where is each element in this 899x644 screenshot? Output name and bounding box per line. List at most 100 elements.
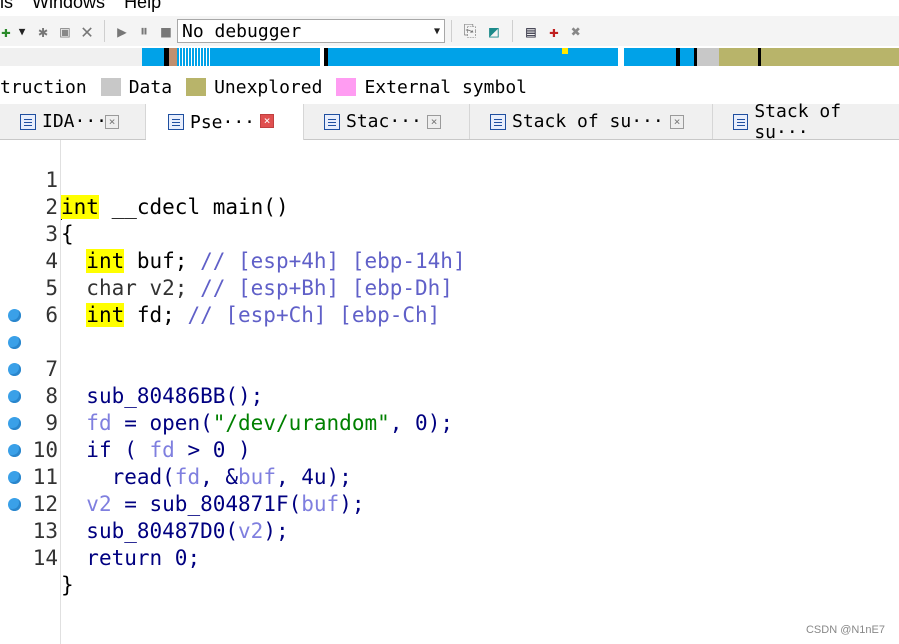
nav-segment-functions: [142, 48, 164, 66]
debugger-select[interactable]: No debugger ▼: [177, 19, 445, 43]
tab-close-icon[interactable]: ×: [427, 115, 441, 129]
legend-external-label: External symbol: [364, 76, 527, 98]
stack-comment: // [esp+4h] [ebp-14h]: [200, 249, 466, 273]
pause-icon[interactable]: ⏸: [133, 20, 155, 42]
breakpoint-dot-icon[interactable]: [8, 309, 21, 322]
code-line[interactable]: 8 fd = open("/dev/urandom", 0);: [0, 329, 453, 435]
breakpoint-add-icon[interactable]: ✚: [543, 20, 565, 42]
code-line[interactable]: 6: [0, 275, 58, 327]
variable-buf[interactable]: buf: [301, 492, 339, 516]
tab-pseudocode[interactable]: Pse··· ×: [146, 104, 304, 140]
code-line[interactable]: 2 {: [0, 167, 73, 246]
code-line[interactable]: 12 sub_80487D0(v2);: [0, 437, 289, 543]
add-icon[interactable]: ✚: [0, 20, 12, 42]
stop-icon[interactable]: ■: [155, 20, 177, 42]
tab-label: Stack of su···: [512, 111, 664, 132]
graph-icon[interactable]: ▤: [519, 20, 543, 42]
function-call[interactable]: sub_80486BB();: [86, 384, 263, 408]
keyword-int[interactable]: int: [61, 195, 99, 219]
code-line[interactable]: 11 v2 = sub_804871F(buf);: [0, 410, 364, 516]
string-literal[interactable]: "/dev/urandom": [213, 411, 390, 435]
line-number: 14: [32, 546, 58, 570]
code-line[interactable]: 9 if ( fd > 0 ): [0, 356, 251, 462]
menu-item-help[interactable]: Help: [124, 0, 161, 12]
code-text: = open(: [111, 411, 213, 435]
keyword-int[interactable]: int: [86, 303, 125, 327]
code-text: , 4u);: [275, 465, 352, 489]
chevron-down-icon: ▼: [433, 25, 440, 37]
code-line[interactable]: 3 int buf; // [esp+4h] [ebp-14h]: [0, 194, 466, 273]
function-signature: __cdecl main(): [98, 195, 289, 219]
legend: truction Data Unexplored External symbol: [0, 75, 527, 99]
dropdown-arrow-icon[interactable]: ▼: [12, 20, 32, 42]
legend-external-swatch: [336, 78, 357, 96]
tab-close-icon[interactable]: ×: [670, 115, 684, 129]
tab-close-icon[interactable]: ×: [105, 115, 119, 129]
code-text: sub_80487D0(: [86, 519, 239, 543]
code-line[interactable]: 14 }: [0, 491, 74, 597]
variable-fd[interactable]: fd: [175, 465, 200, 489]
navigation-band[interactable]: [0, 48, 899, 66]
return-statement: return 0;: [86, 546, 201, 570]
code-line[interactable]: 13 return 0;: [0, 464, 200, 570]
breakpoint-dot-icon[interactable]: [8, 444, 21, 457]
pseudocode-icon: [168, 114, 184, 130]
breakpoint-remove-icon[interactable]: ✖: [565, 20, 587, 42]
menu-item-tools[interactable]: ls: [0, 0, 13, 12]
variable-v2[interactable]: v2: [86, 492, 111, 516]
attach-icon[interactable]: ⎘: [458, 20, 482, 42]
watermark: CSDN @N1nE7: [805, 624, 885, 636]
breakpoint-dot-icon[interactable]: [8, 336, 21, 349]
nav-position-marker: [562, 48, 568, 54]
play-icon[interactable]: ▶: [111, 20, 133, 42]
ida-view-icon: [20, 113, 36, 130]
code-text: if (: [86, 438, 150, 462]
code-text: {: [61, 222, 74, 246]
code-line[interactable]: 7 sub_80486BB();: [0, 302, 263, 408]
breakpoint-dot-icon[interactable]: [8, 363, 21, 376]
code-line[interactable]: 5 int fd; // [esp+Ch] [ebp-Ch]: [0, 248, 440, 327]
code-text: = sub_804871F(: [111, 492, 302, 516]
toolbar: ✚ ▼ ✱ ▣ ✕ ▶ ⏸ ■ No debugger ▼ ⎘ ◩ ▤ ✚ ✖: [0, 16, 899, 46]
keyword-int[interactable]: int: [86, 249, 125, 273]
variable-buf[interactable]: buf: [238, 465, 276, 489]
tab-stack-of-sub-1[interactable]: Stack of su··· ×: [470, 104, 713, 139]
toolbar-separator: [104, 20, 105, 42]
nav-segment-data: [697, 48, 719, 66]
breakpoint-dot-icon[interactable]: [8, 471, 21, 484]
tab-bar: IDA··· × Pse··· × Stac··· × Stack of su·…: [0, 101, 899, 143]
code-text: }: [61, 573, 74, 597]
close-icon[interactable]: ✕: [76, 19, 98, 43]
variable-fd[interactable]: fd: [86, 411, 111, 435]
variable-fd[interactable]: fd: [150, 438, 175, 462]
menu-item-windows[interactable]: Windows: [32, 0, 105, 12]
tab-label: Stack of su···: [754, 100, 842, 143]
tab-label: Stac···: [346, 111, 422, 132]
tab-ida-view[interactable]: IDA··· ×: [0, 104, 146, 139]
breakpoint-dot-icon[interactable]: [8, 417, 21, 430]
run-icon[interactable]: ◩: [482, 20, 506, 42]
debugger-select-value: No debugger: [182, 20, 302, 42]
code-line[interactable]: 4 char v2; // [esp+Bh] [ebp-Dh]: [0, 221, 453, 300]
stack-view-icon: [324, 113, 340, 130]
stack-comment: // [esp+Ch] [ebp-Ch]: [187, 303, 441, 327]
toolbar-separator: [451, 20, 452, 42]
tab-close-icon[interactable]: ×: [260, 114, 274, 128]
code-line[interactable]: 1 int __cdecl main(): [0, 140, 289, 220]
nav-segment-library: [758, 48, 761, 66]
tab-stack[interactable]: Stac··· ×: [304, 104, 470, 139]
nav-segment-functions: [680, 48, 694, 66]
tab-stack-of-sub-2[interactable]: Stack of su···: [713, 101, 899, 143]
legend-unexplored-label: Unexplored: [214, 76, 323, 98]
variable-v2[interactable]: v2: [238, 519, 263, 543]
code-line[interactable]: 10 read(fd, &buf, 4u);: [0, 383, 352, 489]
breakpoint-dot-icon[interactable]: [8, 498, 21, 511]
variable-declaration: buf;: [124, 249, 201, 273]
legend-data-label: Data: [128, 76, 173, 98]
code-text: read(: [111, 465, 175, 489]
plugin-icon[interactable]: ✱: [32, 20, 54, 42]
code-text: );: [339, 492, 365, 516]
breakpoint-dot-icon[interactable]: [8, 390, 21, 403]
save-icon[interactable]: ▣: [54, 20, 76, 42]
tab-label: Pse···: [190, 111, 256, 133]
